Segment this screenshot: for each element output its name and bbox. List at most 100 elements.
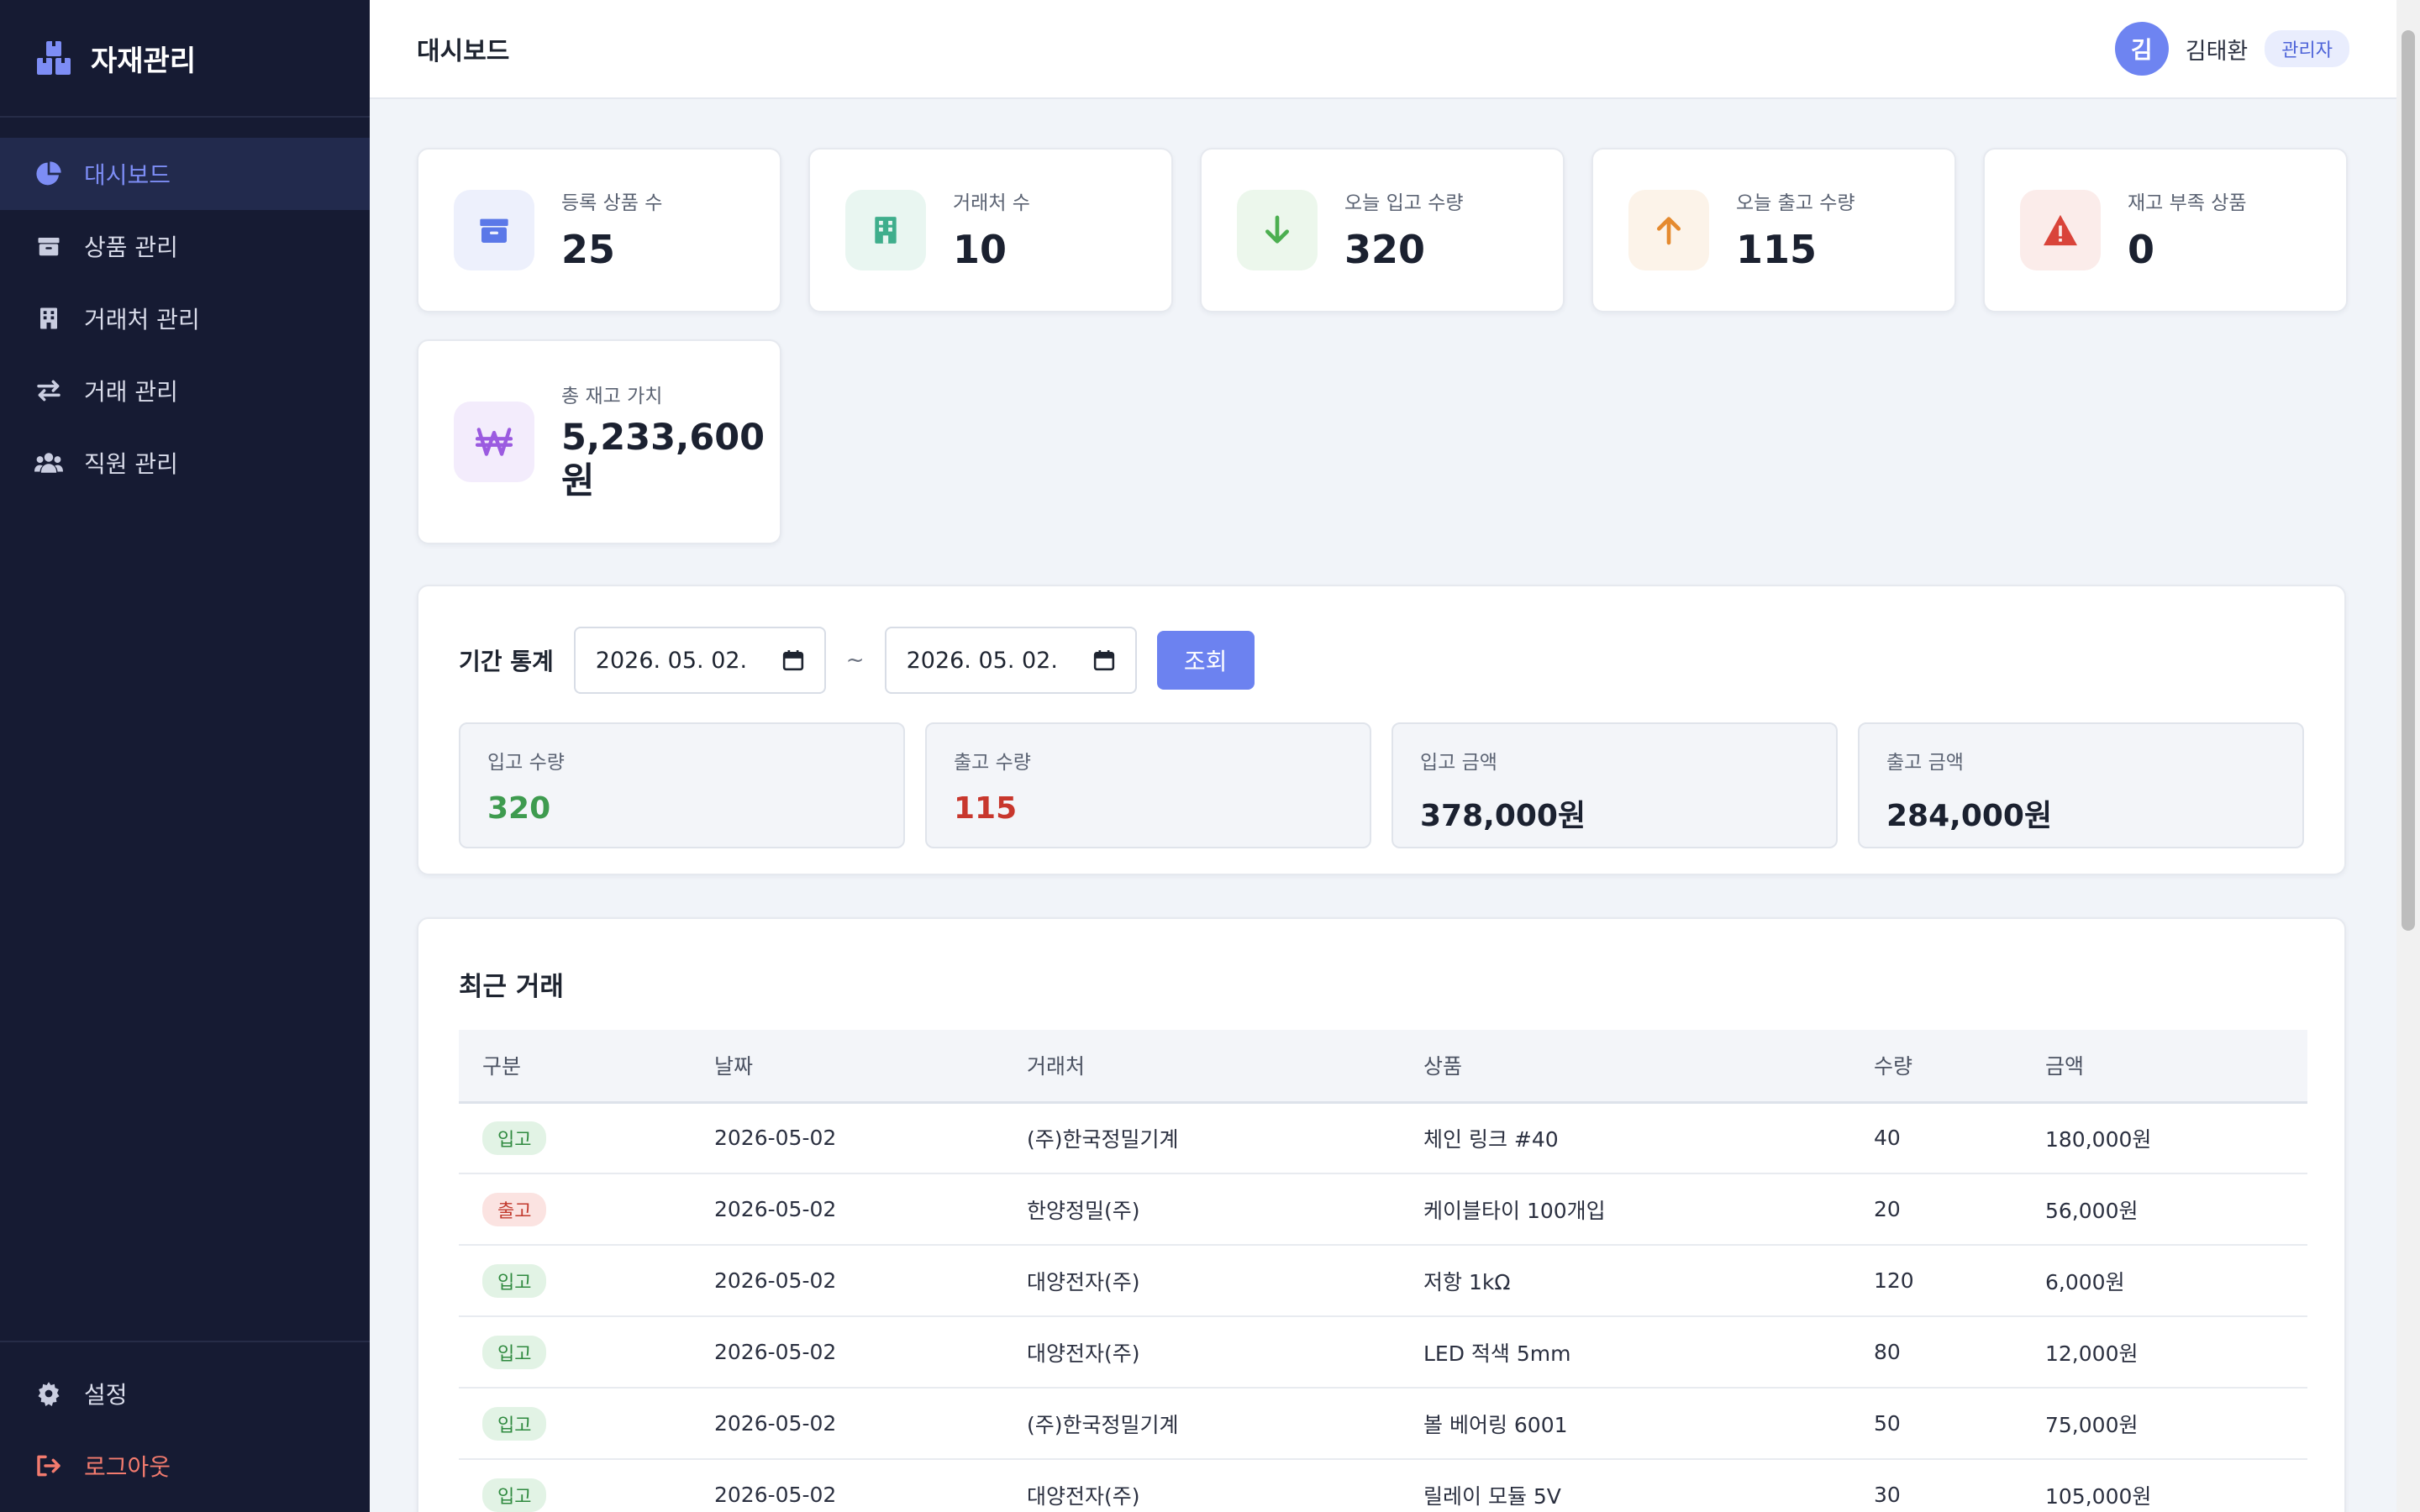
cell-partner: (주)한국정밀기계 — [1027, 1126, 1179, 1152]
calendar-icon[interactable] — [782, 649, 804, 671]
type-badge: 입고 — [482, 1263, 547, 1298]
type-badge: 입고 — [482, 1335, 547, 1369]
column-header-partner[interactable]: 거래처 — [1003, 1030, 1400, 1102]
stat-label: 오늘 입고 수량 — [1344, 192, 1464, 215]
sidebar-item-label: 설정 — [84, 1381, 128, 1409]
type-badge: 입고 — [482, 1406, 547, 1441]
cell-amount: 12,000원 — [2045, 1341, 2139, 1366]
calendar-icon[interactable] — [1093, 649, 1115, 671]
period-card-inbound-amount: 입고 금액 378,000원 — [1392, 722, 1838, 848]
stat-value: 10 — [953, 227, 1007, 273]
sidebar: 자재관리 대시보드 상품 관리 거래처 관리 거래 관리 직원 관리 설정 로그… — [0, 0, 370, 1512]
stat-value: 25 — [561, 227, 616, 273]
cell-date: 2026-05-02 — [714, 1268, 837, 1293]
building-icon — [845, 190, 926, 270]
type-badge: 출고 — [482, 1192, 547, 1226]
cell-product: 볼 베어링 6001 — [1423, 1412, 1568, 1437]
column-header-date[interactable]: 날짜 — [691, 1030, 1003, 1102]
cell-amount: 105,000원 — [2045, 1483, 2152, 1509]
period-card-label: 출고 금액 — [1886, 752, 1964, 774]
arrow-down-icon — [1237, 190, 1318, 270]
box-icon — [454, 190, 534, 270]
period-card-inbound-qty: 입고 수량 320 — [459, 722, 905, 848]
stat-card-partners: 거래처 수 10 — [808, 148, 1173, 312]
sidebar-bottom: 설정 로그아웃 — [0, 1341, 370, 1512]
cell-date: 2026-05-02 — [714, 1483, 837, 1507]
query-button[interactable]: 조회 — [1156, 631, 1255, 690]
transactions-table: 구분 날짜 거래처 상품 수량 금액 입고 2026-05-02 (주)한국정밀… — [459, 1030, 2307, 1512]
sidebar-item-dashboard[interactable]: 대시보드 — [0, 138, 370, 210]
stat-label: 거래처 수 — [953, 192, 1030, 215]
users-icon — [34, 448, 64, 478]
top-header: 대시보드 김 김태환 관리자 — [370, 0, 2396, 99]
cell-partner: 대양전자(주) — [1027, 1269, 1140, 1294]
stat-value: 5,233,600 원 — [561, 417, 765, 503]
period-card-label: 입고 금액 — [1420, 752, 1497, 774]
cell-qty: 40 — [1874, 1126, 1901, 1151]
page-scrollbar[interactable] — [2396, 0, 2420, 1512]
table-row[interactable]: 입고 2026-05-02 (주)한국정밀기계 볼 베어링 6001 50 75… — [459, 1388, 2307, 1459]
role-badge: 관리자 — [2265, 30, 2349, 67]
won-icon — [454, 402, 534, 482]
stat-label: 등록 상품 수 — [561, 192, 663, 215]
stat-label: 오늘 출고 수량 — [1736, 192, 1855, 215]
brand[interactable]: 자재관리 — [0, 0, 370, 118]
cell-date: 2026-05-02 — [714, 1340, 837, 1364]
table-row[interactable]: 입고 2026-05-02 대양전자(주) LED 적색 5mm 80 12,0… — [459, 1316, 2307, 1388]
stat-card-inventory-value: 총 재고 가치 5,233,600 원 — [417, 339, 781, 544]
start-date-input[interactable]: 2026. 05. 02. — [573, 627, 826, 694]
cell-amount: 75,000원 — [2045, 1412, 2139, 1437]
stat-value: 115 — [1736, 227, 1818, 273]
sidebar-item-partners[interactable]: 거래처 관리 — [0, 282, 370, 354]
gear-icon — [34, 1378, 64, 1409]
user-menu[interactable]: 김 김태환 관리자 — [2114, 22, 2349, 76]
stat-label: 총 재고 가치 — [561, 386, 663, 408]
column-header-type[interactable]: 구분 — [459, 1030, 691, 1102]
cell-date: 2026-05-02 — [714, 1126, 837, 1151]
period-card-label: 입고 수량 — [487, 752, 565, 774]
end-date-input[interactable]: 2026. 05. 02. — [884, 627, 1137, 694]
cell-partner: 대양전자(주) — [1027, 1483, 1140, 1509]
cell-product: 케이블타이 100개입 — [1423, 1198, 1606, 1223]
period-card-outbound-amount: 출고 금액 284,000원 — [1858, 722, 2304, 848]
cell-product: 체인 링크 #40 — [1423, 1126, 1559, 1152]
period-card-outbound-qty: 출고 수량 115 — [925, 722, 1371, 848]
user-name: 김태환 — [2185, 38, 2249, 65]
period-card-label: 출고 수량 — [954, 752, 1031, 774]
page-title: 대시보드 — [417, 37, 510, 66]
sidebar-item-label: 직원 관리 — [84, 450, 178, 478]
cell-date: 2026-05-02 — [714, 1197, 837, 1221]
recent-title: 최근 거래 — [459, 971, 564, 1002]
table-header-row: 구분 날짜 거래처 상품 수량 금액 — [459, 1030, 2307, 1102]
sidebar-item-settings[interactable]: 설정 — [0, 1357, 370, 1430]
column-header-amount[interactable]: 금액 — [2022, 1030, 2307, 1102]
period-card-value: 320 — [487, 791, 551, 826]
table-row[interactable]: 입고 2026-05-02 대양전자(주) 릴레이 모듈 5V 30 105,0… — [459, 1459, 2307, 1512]
end-date-value: 2026. 05. 02. — [906, 647, 1058, 674]
table-row[interactable]: 입고 2026-05-02 (주)한국정밀기계 체인 링크 #40 40 180… — [459, 1102, 2307, 1173]
cell-qty: 50 — [1874, 1411, 1901, 1436]
period-title: 기간 통계 — [459, 648, 554, 675]
avatar[interactable]: 김 — [2114, 22, 2169, 76]
period-card-value: 115 — [954, 791, 1018, 826]
scrollbar-thumb[interactable] — [2402, 30, 2415, 931]
sidebar-item-label: 거래 관리 — [84, 378, 178, 406]
sidebar-item-products[interactable]: 상품 관리 — [0, 210, 370, 282]
cell-qty: 20 — [1874, 1197, 1901, 1221]
recent-transactions-panel: 최근 거래 구분 날짜 거래처 상품 수량 금액 입고 2026-05-02 (… — [417, 917, 2346, 1512]
cell-product: 릴레이 모듈 5V — [1423, 1483, 1561, 1509]
column-header-qty[interactable]: 수량 — [1850, 1030, 2022, 1102]
logout-icon — [34, 1451, 64, 1481]
cell-amount: 56,000원 — [2045, 1198, 2139, 1223]
table-row[interactable]: 입고 2026-05-02 대양전자(주) 저항 1kΩ 120 6,000원 — [459, 1245, 2307, 1316]
stat-label: 재고 부족 상품 — [2128, 192, 2247, 215]
cell-qty: 120 — [1874, 1268, 1914, 1293]
sidebar-item-transactions[interactable]: 거래 관리 — [0, 354, 370, 427]
building-icon — [34, 303, 64, 333]
sidebar-item-logout[interactable]: 로그아웃 — [0, 1430, 370, 1502]
exchange-arrows-icon — [34, 375, 64, 406]
column-header-product[interactable]: 상품 — [1400, 1030, 1850, 1102]
table-row[interactable]: 출고 2026-05-02 한양정밀(주) 케이블타이 100개입 20 56,… — [459, 1173, 2307, 1245]
stat-value-unit: 원 — [561, 460, 595, 502]
sidebar-item-staff[interactable]: 직원 관리 — [0, 427, 370, 499]
